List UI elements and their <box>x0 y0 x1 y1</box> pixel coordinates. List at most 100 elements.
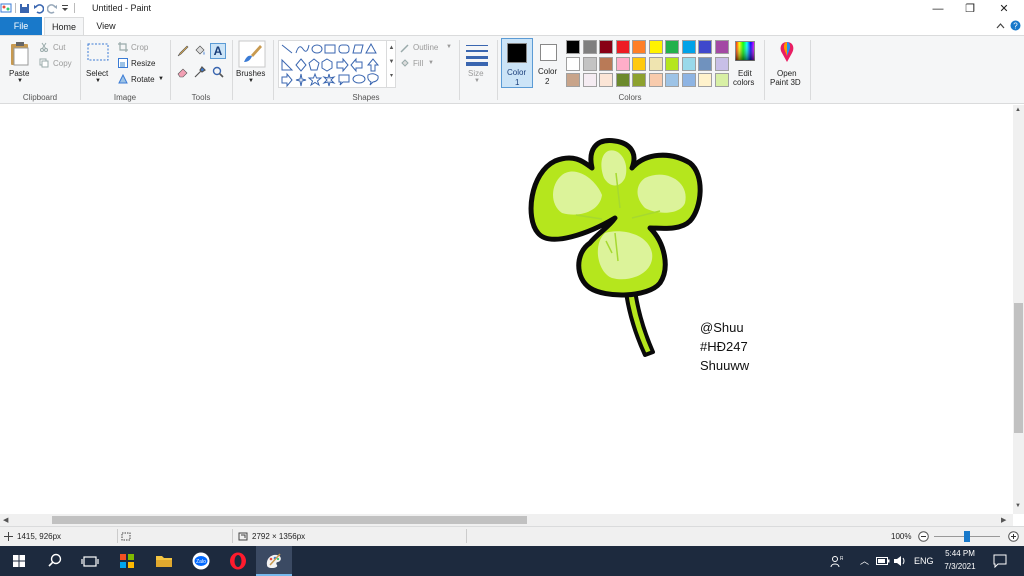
color-swatch[interactable] <box>665 56 679 71</box>
crop-button[interactable]: Crop <box>131 43 148 52</box>
color-swatch[interactable] <box>599 40 613 54</box>
color-swatch[interactable] <box>582 73 597 87</box>
minimize-button[interactable]: — <box>922 0 954 17</box>
color-swatch[interactable] <box>632 73 646 87</box>
collapse-ribbon-icon[interactable] <box>996 22 1005 30</box>
resize-button[interactable]: Resize <box>131 59 155 68</box>
task-view-icon[interactable] <box>80 551 100 571</box>
fill-button[interactable]: Fill <box>413 59 423 68</box>
search-icon[interactable] <box>45 551 65 571</box>
color1-button[interactable]: Color 1 <box>501 38 533 88</box>
opera-icon[interactable] <box>228 551 248 571</box>
battery-icon[interactable] <box>876 556 890 566</box>
horizontal-scroll-thumb[interactable] <box>52 516 527 524</box>
color-swatch[interactable] <box>681 73 696 87</box>
copy-button[interactable]: Copy <box>53 59 72 68</box>
customize-quick-access-icon[interactable] <box>61 3 69 14</box>
eraser-icon[interactable] <box>177 66 189 78</box>
clock-date[interactable]: 7/3/2021 <box>940 562 980 571</box>
color-swatch[interactable] <box>665 73 679 87</box>
color-swatch[interactable] <box>665 40 679 54</box>
scroll-right-icon[interactable]: ▶ <box>1001 516 1006 524</box>
people-icon[interactable]: R <box>830 555 843 568</box>
edit-colors-icon[interactable] <box>735 41 755 61</box>
color-swatch[interactable] <box>632 40 646 54</box>
color-swatch[interactable] <box>615 73 630 87</box>
clock-time[interactable]: 5:44 PM <box>940 549 980 558</box>
color-swatch[interactable] <box>566 73 580 87</box>
color-swatch[interactable] <box>714 73 729 87</box>
color-swatch[interactable] <box>632 56 646 71</box>
zalo-icon[interactable]: Zalo <box>191 551 211 571</box>
size-label[interactable]: Size <box>468 69 484 78</box>
tab-home[interactable]: Home <box>44 17 84 35</box>
file-explorer-icon[interactable] <box>154 551 174 571</box>
restore-button[interactable]: ❐ <box>954 0 986 17</box>
color-swatch[interactable] <box>599 73 613 87</box>
color-swatch[interactable] <box>582 40 597 54</box>
paint3d-label-2[interactable]: Paint 3D <box>770 78 801 87</box>
outline-dropdown-icon[interactable]: ▼ <box>446 44 452 50</box>
brushes-icon[interactable] <box>238 40 266 68</box>
color-swatch[interactable] <box>681 56 696 71</box>
horizontal-scrollbar[interactable]: ◀ ▶ <box>0 514 1013 526</box>
rotate-button[interactable]: Rotate <box>131 75 155 84</box>
zoom-slider-thumb[interactable] <box>964 531 970 542</box>
scroll-up-icon[interactable]: ▲ <box>1015 107 1021 113</box>
color-swatch[interactable] <box>599 56 613 71</box>
color-swatch[interactable] <box>615 40 630 54</box>
select-icon[interactable] <box>86 42 110 64</box>
outline-button[interactable]: Outline <box>413 43 438 52</box>
language-indicator[interactable]: ENG <box>914 556 934 566</box>
save-icon[interactable] <box>19 3 30 14</box>
vertical-scroll-thumb[interactable] <box>1014 303 1023 433</box>
vertical-scrollbar[interactable]: ▲ ▼ <box>1013 105 1024 514</box>
paste-label[interactable]: Paste <box>9 69 29 78</box>
text-tool-icon[interactable]: A <box>210 43 226 59</box>
volume-icon[interactable] <box>893 555 907 567</box>
select-label[interactable]: Select <box>86 69 108 78</box>
brushes-dropdown-icon[interactable]: ▼ <box>248 78 254 84</box>
scroll-left-icon[interactable]: ◀ <box>3 516 8 524</box>
rotate-dropdown-icon[interactable]: ▼ <box>158 76 164 82</box>
paint3d-icon[interactable] <box>776 40 798 64</box>
paste-dropdown-icon[interactable]: ▼ <box>17 78 23 84</box>
color-swatch[interactable] <box>681 40 696 54</box>
redo-icon[interactable] <box>47 3 58 14</box>
select-dropdown-icon[interactable]: ▼ <box>95 78 101 84</box>
app-store-icon[interactable] <box>117 551 137 571</box>
color-swatch[interactable] <box>698 40 712 54</box>
size-dropdown-icon[interactable]: ▼ <box>474 78 480 84</box>
tab-view[interactable]: View <box>88 17 124 35</box>
color-swatch[interactable] <box>648 40 663 54</box>
close-button[interactable]: ✕ <box>988 0 1020 17</box>
color-swatch[interactable] <box>566 56 580 71</box>
color-swatch[interactable] <box>698 73 712 87</box>
color-picker-icon[interactable] <box>194 66 206 78</box>
scroll-down-icon[interactable]: ▼ <box>1015 503 1021 509</box>
shapes-gallery-icons[interactable] <box>279 41 397 89</box>
drawing-canvas[interactable]: @Shuu #HĐ247 Shuuww <box>0 105 1013 514</box>
zoom-out-icon[interactable] <box>918 531 929 542</box>
notification-center-icon[interactable] <box>993 554 1007 568</box>
color-swatch[interactable] <box>566 40 580 54</box>
color2-button[interactable]: Color 2 <box>536 38 562 88</box>
color-swatch[interactable] <box>615 56 630 71</box>
color-swatch[interactable] <box>648 73 663 87</box>
color-swatch[interactable] <box>698 56 712 71</box>
edit-colors-label-2[interactable]: colors <box>733 78 754 87</box>
color-swatch[interactable] <box>714 56 729 71</box>
size-icon[interactable] <box>465 42 489 66</box>
color-swatch[interactable] <box>714 40 729 54</box>
show-hidden-icons-icon[interactable]: ︿ <box>860 554 869 567</box>
magnifier-icon[interactable] <box>212 66 224 78</box>
fill-dropdown-icon[interactable]: ▼ <box>428 60 434 66</box>
color-swatch[interactable] <box>582 56 597 71</box>
paint3d-label[interactable]: Open <box>777 69 797 78</box>
tab-file[interactable]: File <box>0 17 42 35</box>
brushes-label[interactable]: Brushes <box>236 69 265 78</box>
help-icon[interactable]: ? <box>1010 20 1021 31</box>
shapes-gallery[interactable] <box>278 40 396 88</box>
edit-colors-label[interactable]: Edit <box>738 69 752 78</box>
cut-button[interactable]: Cut <box>53 43 65 52</box>
